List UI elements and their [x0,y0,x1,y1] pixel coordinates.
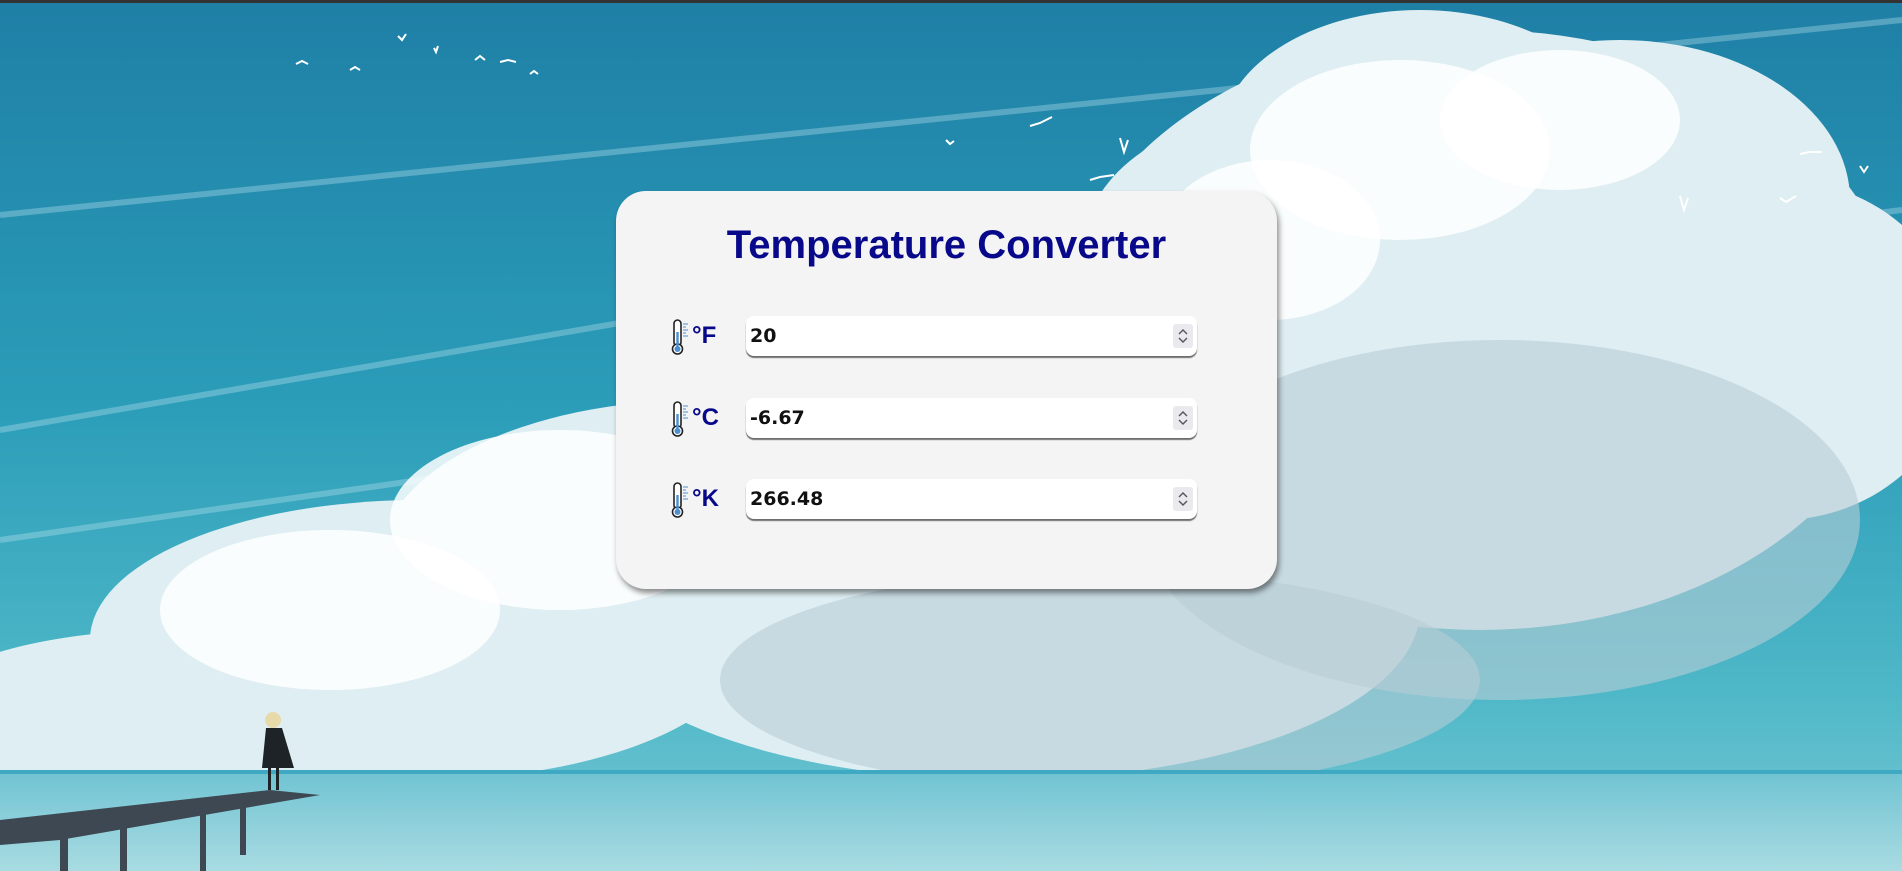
kelvin-row: °K [669,479,1249,521]
chevron-down-icon[interactable] [1178,500,1188,506]
kelvin-spinner[interactable] [1173,487,1193,511]
top-border [0,0,1902,3]
converter-card: Temperature Converter °F 20 °C -6.67 °K … [616,191,1277,589]
thermometer-icon [669,318,691,356]
page-title: Temperature Converter [726,223,1167,267]
fahrenheit-unit-label: °F [692,322,717,349]
celsius-row: °C [669,398,1249,440]
chevron-up-icon[interactable] [1178,329,1188,335]
fahrenheit-field [746,316,1197,356]
chevron-up-icon[interactable] [1178,492,1188,498]
kelvin-input[interactable] [746,479,1146,519]
fahrenheit-row: °F [669,316,1249,358]
kelvin-field [746,479,1197,519]
thermometer-icon [669,481,691,519]
chevron-down-icon[interactable] [1178,337,1188,343]
thermometer-icon [669,400,691,438]
fahrenheit-spinner[interactable] [1173,324,1193,348]
chevron-up-icon[interactable] [1178,411,1188,417]
fahrenheit-input[interactable] [746,316,1146,356]
celsius-field [746,398,1197,438]
kelvin-unit-label: °K [692,485,719,512]
celsius-unit-label: °C [692,404,719,431]
chevron-down-icon[interactable] [1178,419,1188,425]
celsius-input[interactable] [746,398,1146,438]
celsius-spinner[interactable] [1173,406,1193,430]
